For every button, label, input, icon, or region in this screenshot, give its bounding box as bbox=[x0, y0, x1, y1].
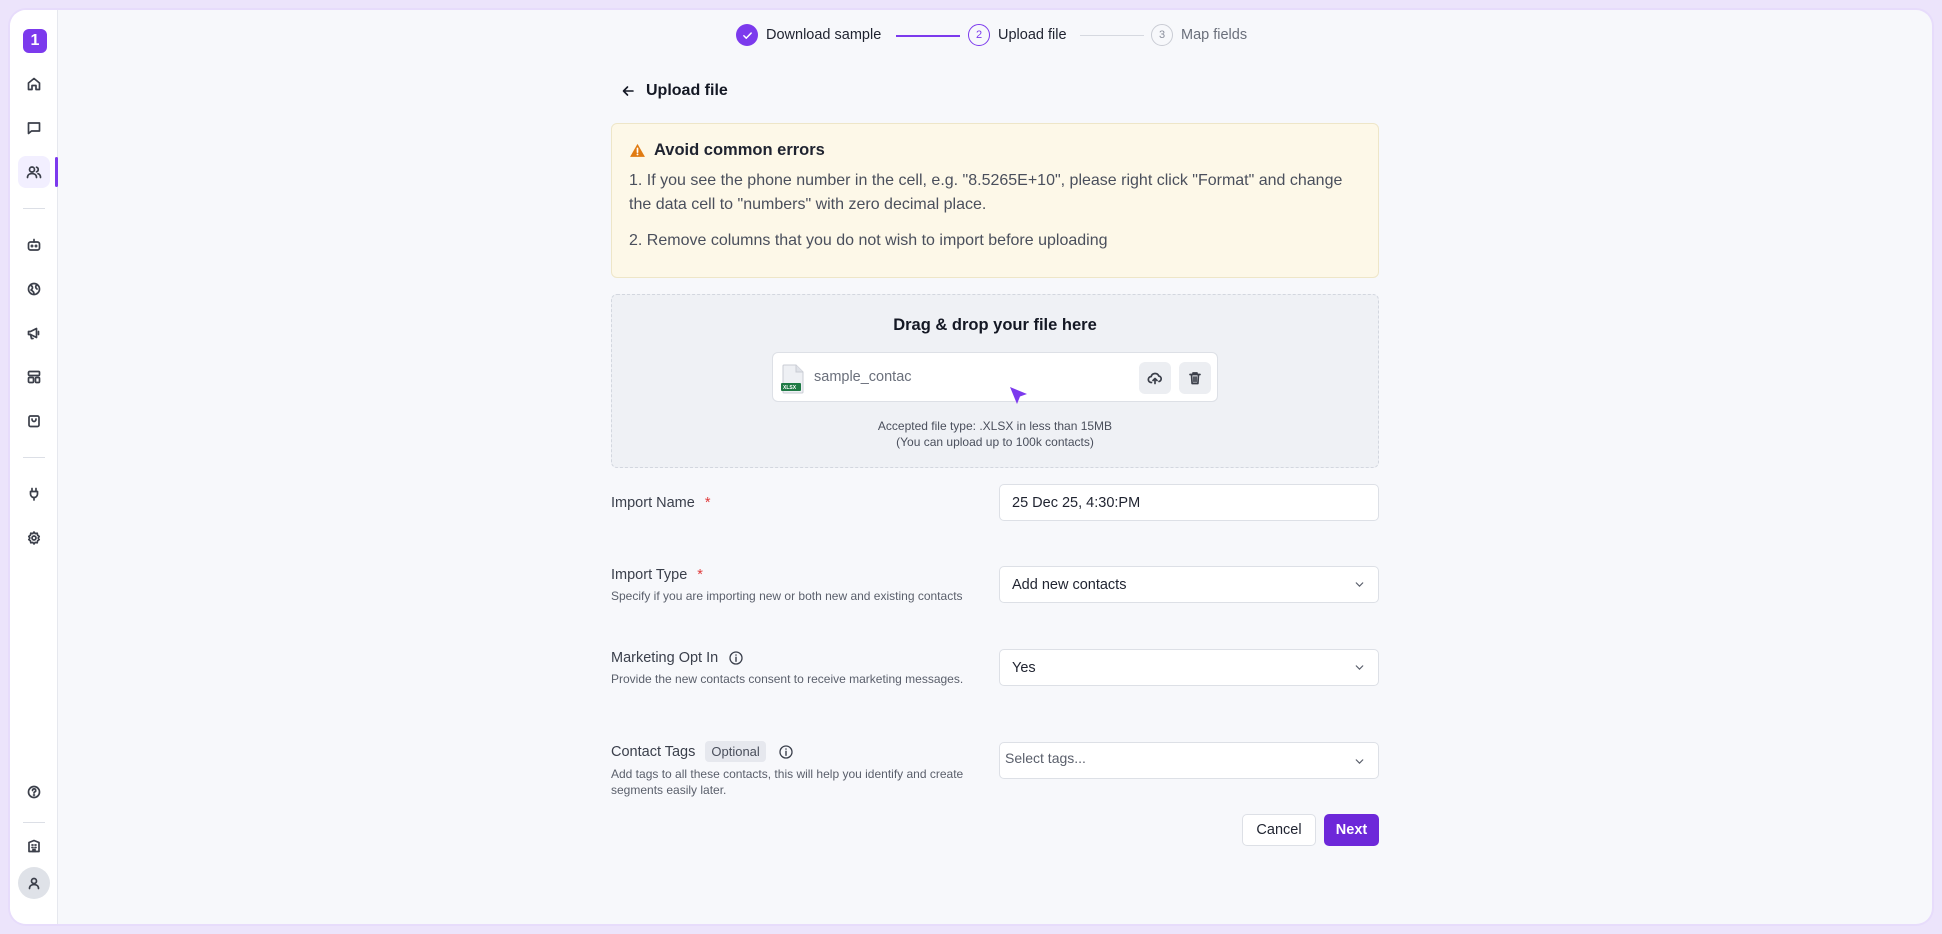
import-type-help: Specify if you are importing new or both… bbox=[611, 589, 963, 603]
check-icon bbox=[736, 24, 758, 46]
required-marker: * bbox=[704, 495, 711, 511]
step-label: Download sample bbox=[766, 27, 882, 43]
step-number: 2 bbox=[968, 24, 990, 46]
contact-tags-select[interactable]: Select tags... bbox=[999, 742, 1379, 779]
cancel-button[interactable]: Cancel bbox=[1242, 814, 1316, 846]
warning-line-1: 1. If you see the phone number in the ce… bbox=[629, 172, 1343, 213]
chevron-down-icon bbox=[1355, 759, 1364, 764]
step-label: Upload file bbox=[998, 27, 1067, 43]
drop-zone-title: Drag & drop your file here bbox=[893, 316, 1097, 334]
page-title: Upload file bbox=[646, 82, 728, 99]
label-text: Import Type bbox=[611, 567, 688, 583]
marketing-opt-in-select[interactable]: Yes bbox=[999, 649, 1379, 686]
app-window: 1 Download sample 2 Upload file 3 Map fi… bbox=[10, 10, 1932, 924]
step-map-fields: 3 Map fields bbox=[1151, 24, 1247, 46]
selected-file: XLSX sample_contac bbox=[772, 352, 1218, 402]
warning-box: Avoid common errors 1. If you see the ph… bbox=[611, 123, 1379, 278]
file-drop-zone[interactable]: Drag & drop your file here XLSX sample_c… bbox=[611, 294, 1379, 468]
step-label: Map fields bbox=[1181, 27, 1248, 43]
page-header: Upload file bbox=[620, 82, 728, 100]
step-connector bbox=[1080, 35, 1144, 36]
upload-cloud-icon[interactable] bbox=[1139, 362, 1171, 394]
back-arrow-icon[interactable] bbox=[620, 83, 636, 99]
main-content: Download sample 2 Upload file 3 Map fiel… bbox=[10, 10, 1932, 924]
mouse-cursor-icon bbox=[1010, 387, 1027, 404]
step-connector bbox=[896, 35, 960, 37]
optional-badge: Optional bbox=[705, 741, 766, 762]
required-marker: * bbox=[697, 567, 703, 583]
chevron-down-icon bbox=[1355, 582, 1364, 587]
label-text: Import Name bbox=[611, 495, 695, 511]
file-type-badge: XLSX bbox=[783, 385, 797, 391]
warning-icon bbox=[629, 142, 646, 159]
select-value: Yes bbox=[1012, 659, 1036, 676]
import-name-input[interactable]: 25 Dec 25, 4:30:PM bbox=[999, 484, 1379, 521]
info-icon[interactable] bbox=[778, 744, 794, 760]
file-name: sample_contac bbox=[814, 369, 912, 385]
label-text: Contact Tags bbox=[611, 743, 696, 760]
trash-icon[interactable] bbox=[1179, 362, 1211, 394]
select-value: Add new contacts bbox=[1012, 576, 1127, 593]
next-button[interactable]: Next bbox=[1324, 814, 1379, 846]
import-type-label: Import Type * bbox=[611, 567, 703, 583]
accepted-file-info: Accepted file type: .XLSX in less than 1… bbox=[612, 418, 1378, 450]
contact-tags-help: Add tags to all these contacts, this wil… bbox=[611, 767, 964, 797]
step-number: 3 bbox=[1151, 24, 1173, 46]
accepted-line-2: (You can upload up to 100k contacts) bbox=[896, 435, 1094, 449]
step-upload-file: 2 Upload file bbox=[968, 24, 1067, 46]
warning-line-2: 2. Remove columns that you do not wish t… bbox=[629, 232, 1108, 249]
accepted-line-1: Accepted file type: .XLSX in less than 1… bbox=[877, 419, 1113, 433]
chevron-down-icon bbox=[1355, 665, 1364, 670]
marketing-opt-in-help: Provide the new contacts consent to rece… bbox=[611, 672, 964, 686]
import-type-select[interactable]: Add new contacts bbox=[999, 566, 1379, 603]
label-text: Marketing Opt In bbox=[611, 650, 719, 666]
import-name-label: Import Name * bbox=[611, 495, 710, 511]
info-icon[interactable] bbox=[728, 650, 744, 666]
warning-title: Avoid common errors bbox=[654, 141, 825, 159]
step-download-sample: Download sample bbox=[736, 24, 881, 46]
marketing-opt-in-label: Marketing Opt In bbox=[611, 650, 744, 666]
contact-tags-label: Contact Tags Optional bbox=[611, 741, 794, 762]
select-placeholder: Select tags... bbox=[1005, 750, 1086, 766]
